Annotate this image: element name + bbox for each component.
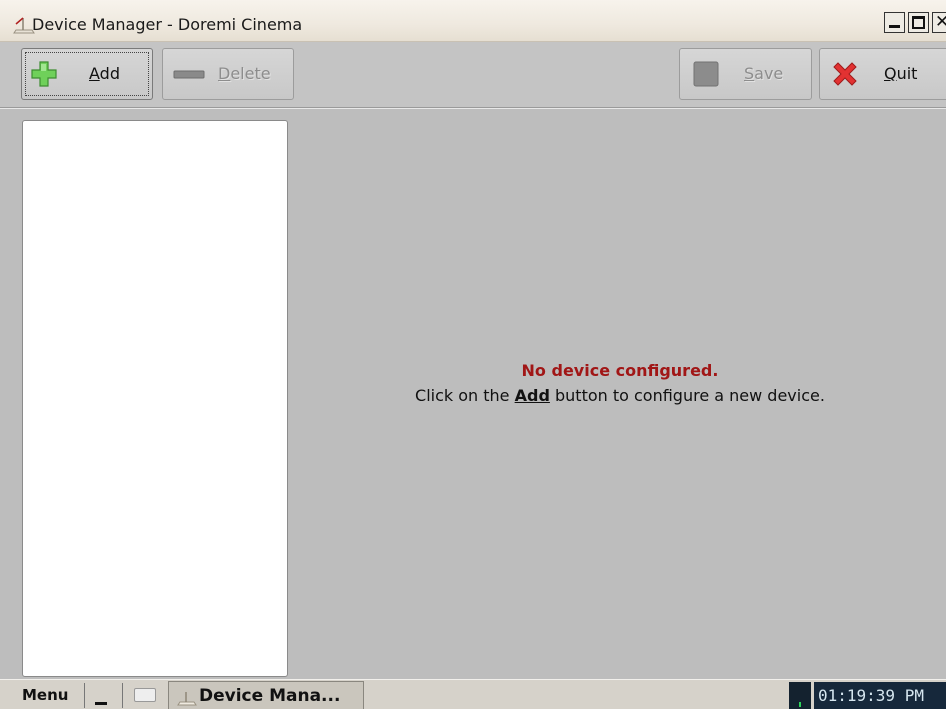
taskbar-separator <box>122 683 123 708</box>
desk-lamp-icon <box>177 692 197 706</box>
window-title: Device Manager - Doremi Cinema <box>32 15 303 34</box>
quit-label: Quit <box>884 64 917 83</box>
taskbar-separator <box>84 683 85 708</box>
clock[interactable]: 01:19:39 PM <box>814 682 946 709</box>
minimize-button[interactable] <box>884 12 905 33</box>
window-controls: ✕ <box>884 12 946 33</box>
empty-state-body-start: Click on the <box>415 386 515 405</box>
save-icon <box>693 61 719 87</box>
toolbar: Add Delete Save Quit <box>0 42 946 109</box>
delete-button[interactable]: Delete <box>162 48 294 100</box>
network-tray-icon[interactable] <box>789 682 811 709</box>
close-x-icon <box>833 62 857 86</box>
empty-state-add-hint: Add <box>514 386 550 405</box>
save-mnemonic: S <box>744 64 755 83</box>
taskbar-task-label: Device Mana... <box>199 686 341 706</box>
device-list[interactable] <box>22 120 288 677</box>
add-label-rest: dd <box>99 64 120 83</box>
minus-icon <box>173 70 205 79</box>
maximize-icon <box>912 16 925 29</box>
taskbar: Menu Device Mana... 01:19:39 PM <box>0 679 946 709</box>
minimize-icon <box>889 25 900 28</box>
add-label: Add <box>89 64 120 83</box>
quit-mnemonic: Q <box>884 64 897 83</box>
save-label: Save <box>744 64 783 83</box>
quit-label-rest: uit <box>896 64 918 83</box>
add-mnemonic: A <box>89 64 100 83</box>
close-button[interactable]: ✕ <box>932 12 946 33</box>
title-bar[interactable]: Device Manager - Doremi Cinema ✕ <box>0 0 946 42</box>
keyboard-icon[interactable] <box>134 688 156 702</box>
delete-mnemonic: D <box>218 64 231 83</box>
taskbar-task-device-manager[interactable]: Device Mana... <box>168 681 364 709</box>
save-label-rest: ave <box>754 64 784 83</box>
add-button[interactable]: Add <box>21 48 153 100</box>
empty-state-body-end: button to configure a new device. <box>549 386 825 405</box>
show-desktop-button[interactable] <box>92 686 110 708</box>
delete-label: Delete <box>218 64 271 83</box>
plus-icon <box>31 61 57 87</box>
quit-button[interactable]: Quit <box>819 48 946 100</box>
empty-state-body: Click on the Add button to configure a n… <box>300 386 940 405</box>
network-status-icon <box>799 702 801 707</box>
start-menu-button[interactable]: Menu <box>4 682 80 709</box>
empty-state-title: No device configured. <box>521 361 719 380</box>
close-icon: ✕ <box>935 12 946 32</box>
delete-label-rest: elete <box>230 64 271 83</box>
save-button[interactable]: Save <box>679 48 812 100</box>
maximize-button[interactable] <box>908 12 929 33</box>
start-menu-label: Menu <box>22 686 69 704</box>
